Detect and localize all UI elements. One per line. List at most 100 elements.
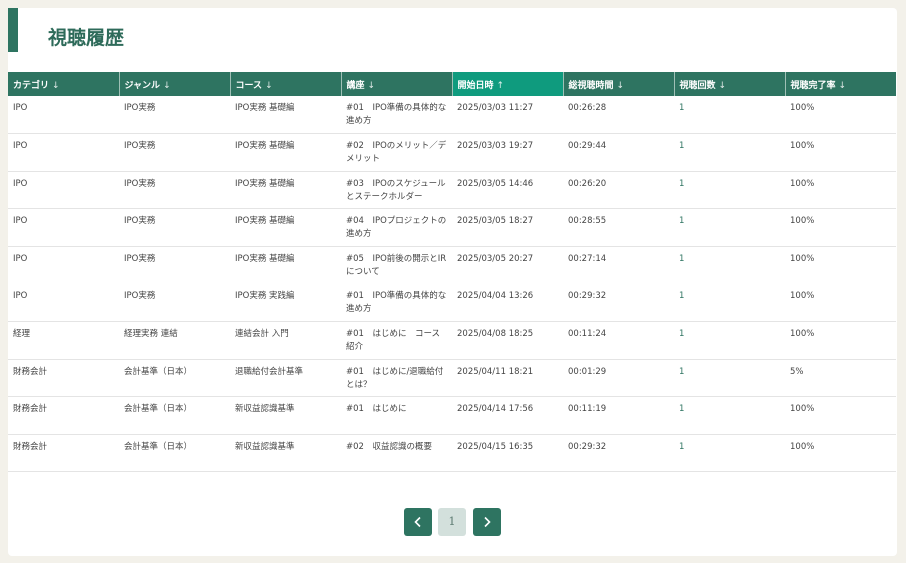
cell-lecture: #04 IPOプロジェクトの進め方 (341, 208, 452, 247)
cell-category: IPO (8, 283, 119, 323)
history-table: カテゴリ ↓ ジャンル ↓ コース ↓ 講座 ↓ 開始日時 ↑ 総視聴時間 ↓ 視聴回数 ↓ … (8, 72, 896, 473)
cell-category: 財務会計 (8, 396, 119, 435)
cell-genre: 会計基準（日本） (119, 359, 230, 398)
cell-total-time: 00:27:14 (568, 253, 607, 264)
cell-start-datetime: 2025/03/05 20:27 (457, 253, 534, 264)
cell-course: 新収益認識基準 (230, 434, 341, 473)
cell-view-count: 1 (674, 96, 785, 135)
cell-view-count: 1 (674, 171, 785, 210)
cell-total-time: 00:29:32 (563, 283, 674, 323)
cell-genre: 会計基準（日本） (119, 396, 230, 435)
cell-genre: IPO実務 (119, 171, 230, 210)
cell-course: 連結会計 入門 (230, 321, 341, 360)
cell-total-time: 00:29:44 (563, 133, 674, 172)
cell-total-time: 00:11:19 (563, 396, 674, 435)
next-page-button[interactable] (473, 508, 501, 536)
cell-lecture: #01 はじめに/退職給付とは？ (341, 359, 452, 398)
table-row: 経理 経理実務 連結 連結会計 入門 #01 はじめに コース紹介 2025/0… (8, 321, 896, 360)
cell-view-count: 1 (674, 133, 785, 172)
cell-lecture: #02 IPOのメリット／デメリット (341, 133, 452, 172)
pagination: 1 (8, 508, 897, 536)
cell-start-datetime: 2025/03/03 11:27 (452, 96, 563, 135)
cell-genre: IPO実務 (119, 283, 230, 323)
sort-up-icon: ↑ (496, 80, 505, 91)
cell-total-time: 00:11:24 (563, 321, 674, 360)
cell-completion-rate: 100% (790, 253, 815, 264)
cell-lecture: #03 IPOのスケジュールとステークホルダー (341, 171, 452, 210)
cell-total-time: 00:28:55 (563, 208, 674, 247)
sort-down-icon: ↓ (265, 80, 273, 91)
sort-down-icon: ↓ (367, 80, 376, 91)
column-header-total-time[interactable]: 総視聴時間 ↓ (563, 72, 675, 96)
column-header-start-datetime[interactable]: 開始日時 ↑ (452, 72, 564, 96)
cell-start-datetime: 2025/03/03 19:27 (452, 133, 563, 172)
column-header-course[interactable]: コース ↓ (230, 72, 342, 96)
table-row: IPO IPO実務 IPO実務 基礎編 #01 IPO準備の具体的な進め方 20… (8, 96, 896, 135)
cell-completion-rate: 100% (785, 321, 896, 360)
cell-category: 財務会計 (8, 434, 119, 473)
cell-view-count: 1 (674, 396, 785, 435)
cell-category: 財務会計 (8, 359, 119, 398)
cell-category: IPO (8, 133, 119, 172)
cell-course: IPO実務 基礎編 (230, 96, 341, 135)
cell-category: IPO (8, 96, 119, 135)
cell-completion-rate: 100% (785, 208, 896, 247)
cell-start-datetime: 2025/03/05 18:27 (452, 208, 563, 247)
cell-course: IPO実務 基礎編 (230, 133, 341, 172)
cell-course: IPO実務 基礎編 (230, 171, 341, 210)
column-header-completion-rate[interactable]: 視聴完了率 ↓ (785, 72, 896, 96)
cell-view-count: 1 (674, 434, 785, 473)
cell-course: 退職給付会計基準 (230, 359, 341, 398)
cell-view-count: 1 (674, 359, 785, 398)
cell-view-count: 1 (679, 253, 685, 264)
cell-total-time: 00:26:20 (563, 171, 674, 210)
column-header-view-count[interactable]: 視聴回数 ↓ (674, 72, 786, 96)
cell-lecture: #05 IPO前後の開示とIRについて (346, 253, 447, 277)
cell-lecture: #01 はじめに (341, 396, 452, 435)
cell-completion-rate: 5% (785, 359, 896, 398)
cell-start-datetime: 2025/04/04 13:26 (452, 283, 563, 323)
cell-completion-rate: 100% (785, 396, 896, 435)
sort-down-icon: ↓ (718, 80, 727, 91)
cell-total-time: 00:01:29 (563, 359, 674, 398)
page-header: 視聴履歴 (8, 8, 897, 52)
table-row: 財務会計 会計基準（日本） 新収益認識基準 #02 収益認識の概要 2025/0… (8, 434, 896, 473)
cell-category: IPO (13, 253, 28, 264)
chevron-right-icon (484, 516, 491, 528)
table-row: IPO IPO実務 IPO実務 基礎編 #04 IPOプロジェクトの進め方 20… (8, 208, 896, 247)
cell-genre: IPO実務 (119, 208, 230, 247)
cell-lecture: #02 収益認識の概要 (341, 434, 452, 473)
table-row: 財務会計 会計基準（日本） 新収益認識基準 #01 はじめに 2025/04/1… (8, 396, 896, 435)
sort-down-icon: ↓ (52, 80, 60, 91)
history-card: 視聴履歴 カテゴリ ↓ ジャンル ↓ コース ↓ 講座 ↓ 開始日時 ↑ 総視聴時間 ↓ 視… (8, 8, 897, 556)
cell-course: IPO実務 基礎編 (235, 253, 295, 264)
cell-completion-rate: 100% (785, 133, 896, 172)
cell-lecture: #01 はじめに コース紹介 (341, 321, 452, 360)
title-accent-bar (8, 8, 18, 52)
column-header-category[interactable]: カテゴリ ↓ (8, 72, 120, 96)
cell-course: IPO実務 実践編 (230, 283, 341, 323)
cell-start-datetime: 2025/04/08 18:25 (452, 321, 563, 360)
cell-start-datetime: 2025/04/14 17:56 (452, 396, 563, 435)
cell-completion-rate: 100% (785, 171, 896, 210)
prev-page-button[interactable] (404, 508, 432, 536)
cell-total-time: 00:26:28 (563, 96, 674, 135)
cell-genre: IPO実務 (119, 133, 230, 172)
page-number-button[interactable]: 1 (438, 508, 466, 536)
column-header-lecture[interactable]: 講座 ↓ (341, 72, 453, 96)
cell-category: IPO (8, 171, 119, 210)
column-header-genre[interactable]: ジャンル ↓ (119, 72, 231, 96)
cell-category: 経理 (8, 321, 119, 360)
table-row: IPO IPO実務 IPO実務 基礎編 #03 IPOのスケジュールとステークホ… (8, 171, 896, 210)
cell-completion-rate: 100% (785, 434, 896, 473)
cell-view-count: 1 (674, 321, 785, 360)
cell-genre: IPO実務 (124, 253, 156, 264)
chevron-left-icon (414, 516, 421, 528)
table-header-row: カテゴリ ↓ ジャンル ↓ コース ↓ 講座 ↓ 開始日時 ↑ 総視聴時間 ↓ 視聴回数 ↓ … (8, 72, 896, 96)
page-title: 視聴履歴 (48, 27, 125, 49)
cell-course: 新収益認識基準 (230, 396, 341, 435)
cell-genre: 経理実務 連結 (119, 321, 230, 360)
sort-down-icon: ↓ (616, 80, 625, 91)
table-row: IPO IPO実務 IPO実務 実践編 #01 IPO準備の具体的な進め方 20… (8, 283, 896, 323)
sort-down-icon: ↓ (838, 80, 847, 91)
